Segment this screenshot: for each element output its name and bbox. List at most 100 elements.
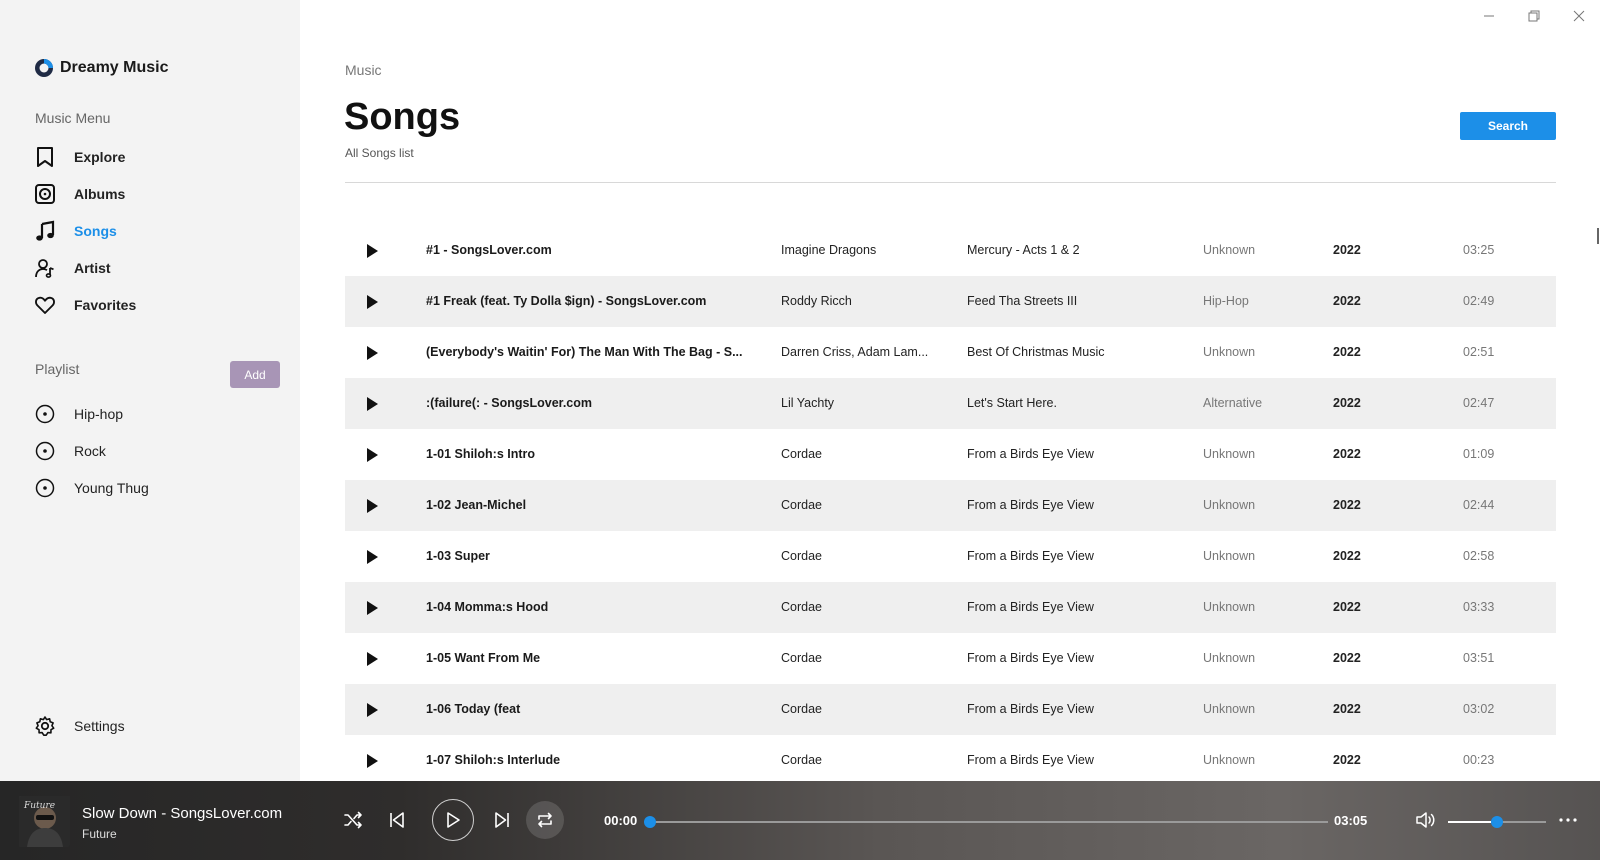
song-row[interactable]: (Everybody's Waitin' For) The Man With T…	[345, 327, 1556, 378]
sidebar-item-favorites[interactable]: Favorites	[34, 290, 274, 320]
close-button[interactable]	[1564, 4, 1594, 28]
song-artist[interactable]: Cordae	[781, 684, 931, 735]
song-artist[interactable]: Imagine Dragons	[781, 225, 931, 276]
sidebar-item-settings[interactable]: Settings	[34, 711, 274, 741]
song-album[interactable]: From a Birds Eye View	[967, 582, 1187, 633]
song-duration: 01:09	[1463, 447, 1495, 461]
song-title: 1-02 Jean-Michel	[426, 498, 527, 512]
song-row[interactable]: 1-06 Today (feat Cordae From a Birds Eye V…	[345, 684, 1556, 735]
playlist-item-young-thug[interactable]: Young Thug	[34, 473, 274, 503]
song-artist[interactable]: Lil Yachty	[781, 378, 931, 429]
song-album[interactable]: Best Of Christmas Music	[967, 327, 1187, 378]
volume-button[interactable]	[1414, 809, 1438, 831]
song-row[interactable]: 1-02 Jean-Michel Cordae From a Birds Eye V…	[345, 480, 1556, 531]
song-title: 1-05 Want From Me	[426, 651, 541, 665]
current-time: 00:00	[604, 813, 638, 828]
restore-button[interactable]	[1519, 4, 1549, 28]
song-duration: 02:51	[1463, 345, 1495, 359]
now-playing-artist[interactable]: Future	[82, 827, 117, 841]
sidebar-item-songs[interactable]: Songs	[34, 216, 274, 246]
sidebar-item-explore[interactable]: Explore	[34, 142, 274, 172]
song-row[interactable]: 1-07 Shiloh:s Interlude Cordae From a Bird…	[345, 735, 1556, 786]
breadcrumb[interactable]: Music	[345, 62, 382, 78]
song-album[interactable]: Let's Start Here.	[967, 378, 1187, 429]
song-album[interactable]: From a Birds Eye View	[967, 633, 1187, 684]
song-artist[interactable]: Roddy Ricch	[781, 276, 931, 327]
song-album[interactable]: From a Birds Eye View	[967, 531, 1187, 582]
volume-handle[interactable]	[1491, 816, 1503, 828]
row-play-button[interactable]	[363, 735, 381, 786]
song-row[interactable]: #1 - SongsLover.com Imagine Dragons Mercur…	[345, 225, 1556, 276]
song-album[interactable]: Mercury - Acts 1 & 2	[967, 225, 1187, 276]
player-bar: Future Slow Down - SongsLover.com Future…	[0, 781, 1600, 860]
progress-slider[interactable]	[644, 816, 1328, 828]
more-options-button[interactable]	[1556, 809, 1580, 831]
play-icon	[447, 812, 460, 828]
playlist-item-rock[interactable]: Rock	[34, 436, 274, 466]
play-icon	[367, 396, 378, 411]
song-artist[interactable]: Darren Criss, Adam Lam...	[781, 327, 931, 378]
song-row[interactable]: 1-01 Shiloh:s Intro Cordae From a Birds Ey…	[345, 429, 1556, 480]
row-play-button[interactable]	[363, 429, 381, 480]
row-play-button[interactable]	[363, 225, 381, 276]
song-album[interactable]: From a Birds Eye View	[967, 429, 1187, 480]
row-play-button[interactable]	[363, 276, 381, 327]
row-play-button[interactable]	[363, 633, 381, 684]
minimize-button[interactable]	[1474, 4, 1504, 28]
song-album[interactable]: Feed Tha Streets III	[967, 276, 1187, 327]
next-button[interactable]	[491, 809, 513, 831]
song-genre: Unknown	[1203, 243, 1256, 257]
playlist-item-hip-hop[interactable]: Hip-hop	[34, 399, 274, 429]
shuffle-button[interactable]	[342, 809, 364, 831]
songs-table: #1 - SongsLover.com Imagine Dragons Mercur…	[345, 225, 1556, 786]
song-artist[interactable]: Cordae	[781, 429, 931, 480]
song-artist[interactable]: Cordae	[781, 480, 931, 531]
row-play-button[interactable]	[363, 327, 381, 378]
row-play-button[interactable]	[363, 684, 381, 735]
song-album[interactable]: From a Birds Eye View	[967, 684, 1187, 735]
volume-slider[interactable]	[1448, 816, 1546, 828]
search-button[interactable]: Search	[1460, 112, 1556, 140]
song-artist[interactable]: Cordae	[781, 735, 931, 786]
song-genre: Unknown	[1203, 345, 1256, 359]
row-play-button[interactable]	[363, 480, 381, 531]
song-row[interactable]: 1-05 Want From Me Cordae From a Birds Eye …	[345, 633, 1556, 684]
song-row[interactable]: #1 Freak (feat. Ty Dolla $ign) - SongsLo…	[345, 276, 1556, 327]
song-year: 2022	[1333, 447, 1361, 461]
song-year: 2022	[1333, 345, 1361, 359]
song-genre: Unknown	[1203, 600, 1256, 614]
play-button[interactable]	[432, 799, 474, 841]
previous-button[interactable]	[386, 809, 408, 831]
sidebar-item-label: Artist	[74, 260, 111, 276]
sidebar-item-artist[interactable]: Artist	[34, 253, 274, 283]
add-playlist-button[interactable]: Add	[230, 361, 280, 388]
song-album[interactable]: From a Birds Eye View	[967, 735, 1187, 786]
scrollbar[interactable]	[1597, 228, 1599, 244]
sidebar-item-label: Favorites	[74, 297, 137, 313]
playlist-item-label: Rock	[74, 443, 106, 459]
song-artist[interactable]: Cordae	[781, 582, 931, 633]
song-artist[interactable]: Cordae	[781, 633, 931, 684]
song-year: 2022	[1333, 396, 1361, 410]
song-album[interactable]: From a Birds Eye View	[967, 480, 1187, 531]
play-icon	[367, 549, 378, 564]
sidebar-item-albums[interactable]: Albums	[34, 179, 274, 209]
row-play-button[interactable]	[363, 531, 381, 582]
song-title: 1-04 Momma:s Hood	[426, 600, 549, 614]
song-row[interactable]: 1-03 Super Cordae From a Birds Eye View Unk…	[345, 531, 1556, 582]
play-icon	[367, 345, 378, 360]
play-icon	[367, 447, 378, 462]
song-artist[interactable]: Cordae	[781, 531, 931, 582]
row-play-button[interactable]	[363, 582, 381, 633]
repeat-button[interactable]	[526, 801, 564, 839]
row-play-button[interactable]	[363, 378, 381, 429]
song-duration: 03:25	[1463, 243, 1495, 257]
song-genre: Unknown	[1203, 549, 1256, 563]
sidebar-item-label: Explore	[74, 149, 126, 165]
progress-handle[interactable]	[644, 816, 656, 828]
song-row[interactable]: 1-04 Momma:s Hood Cordae From a Birds Eye …	[345, 582, 1556, 633]
song-genre: Unknown	[1203, 702, 1256, 716]
song-row[interactable]: :(failure(: - SongsLover.com Lil Yachty Le…	[345, 378, 1556, 429]
album-cover[interactable]: Future	[19, 796, 70, 847]
music-note-icon	[34, 220, 56, 242]
